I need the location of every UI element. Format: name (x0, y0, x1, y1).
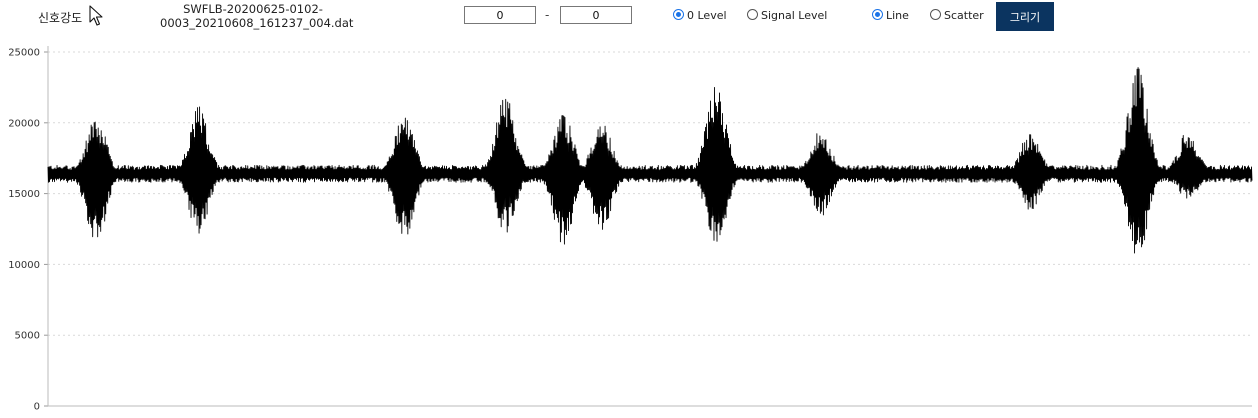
y-tick-label: 25000 (8, 48, 40, 59)
scatter-mode-radio[interactable] (930, 9, 941, 20)
signal-series-line (47, 67, 1253, 254)
y-tick-label: 15000 (8, 189, 40, 200)
y-tick-label: 20000 (8, 118, 40, 129)
signal-level-radio[interactable] (747, 9, 758, 20)
draw-button[interactable]: 그리기 (996, 2, 1054, 31)
chart-title-label: 신호강도 (38, 11, 83, 25)
line-mode-label[interactable]: Line (886, 9, 909, 22)
file-name-line-1: SWFLB-20200625-0102- (183, 2, 323, 16)
cursor-arrow-icon (89, 5, 103, 26)
chart-gridlines (48, 51, 1252, 336)
scatter-mode-label[interactable]: Scatter (944, 9, 984, 22)
y-tick-label: 0 (34, 402, 40, 413)
signal-chart: 25000 20000 15000 10000 5000 0 (8, 46, 1253, 413)
file-name-line-2: 0003_20210608_161237_004.dat (160, 16, 354, 30)
line-mode-radio[interactable] (872, 9, 883, 20)
zero-level-label[interactable]: 0 Level (687, 9, 727, 22)
range-separator: - (545, 8, 550, 22)
signal-level-label[interactable]: Signal Level (761, 9, 827, 22)
range-start-input[interactable] (464, 6, 536, 24)
file-name: SWFLB-20200625-0102- 0003_20210608_16123… (160, 2, 354, 30)
toolbar: 신호강도 SWFLB-20200625-0102- 0003_20210608_… (0, 0, 1258, 36)
range-end-input[interactable] (560, 6, 632, 24)
y-axis-ticks: 25000 20000 15000 10000 5000 0 (8, 48, 48, 413)
y-tick-label: 10000 (8, 260, 40, 271)
zero-level-radio[interactable] (673, 9, 684, 20)
y-tick-label: 5000 (15, 331, 40, 342)
